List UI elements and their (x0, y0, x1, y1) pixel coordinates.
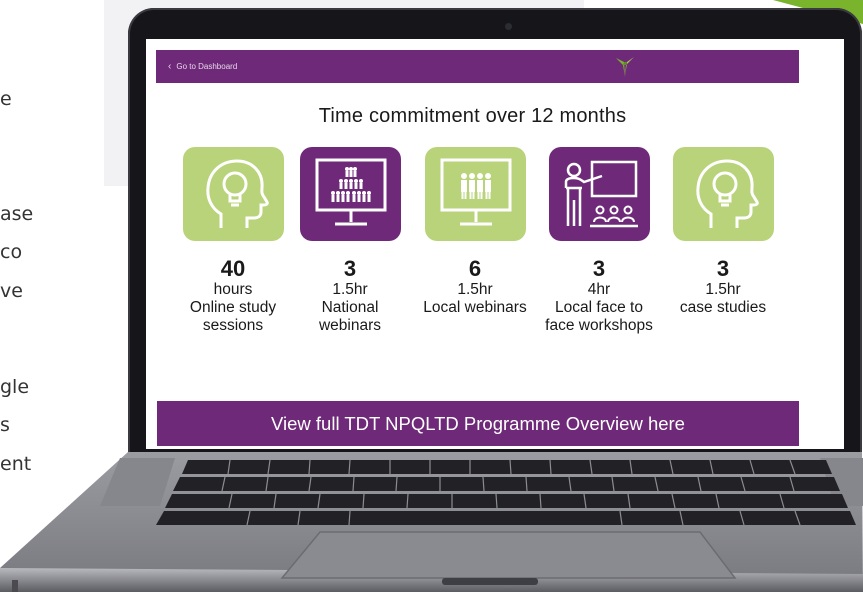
page-title: Time commitment over 12 months (318, 105, 627, 127)
back-to-dashboard-link[interactable]: ‹ Go to Dashboard (168, 60, 238, 72)
laptop-lid: ‹ Go to Dashboard Time commitment over 1… (128, 8, 862, 470)
background-text-fragment: gle (0, 376, 30, 398)
chevron-left-icon: ‹ (168, 60, 172, 72)
keyboard-deck (0, 452, 863, 592)
stat-count: 3 (716, 256, 730, 281)
stat-description: Online study sessions (189, 299, 277, 334)
programme-overview-button[interactable]: View full TDT NPQLTD Programme Overview … (157, 401, 799, 446)
app-header: ‹ Go to Dashboard (156, 50, 799, 83)
commitment-card (549, 147, 650, 241)
laptop-screen: ‹ Go to Dashboard Time commitment over 1… (146, 39, 844, 449)
background-text-fragment: ve (0, 280, 23, 302)
background-text-fragment: s (0, 414, 10, 436)
head-lightbulb-icon (205, 159, 269, 228)
stat-description: Local webinars (423, 299, 527, 316)
teacher-board-icon (564, 160, 638, 228)
commitment-stat: 3 4hr Local face to face workshops (543, 257, 655, 335)
commitment-card (673, 147, 774, 241)
back-link-label: Go to Dashboard (176, 62, 238, 71)
stat-unit: 1.5hr (457, 281, 493, 298)
laptop-base (0, 446, 863, 592)
stat-unit: 1.5hr (332, 281, 368, 298)
stat-count: 3 (592, 256, 606, 281)
head-lightbulb-icon (695, 159, 759, 228)
background-text-fragment: e (0, 88, 12, 110)
tdt-logo (616, 57, 634, 77)
commitment-card (425, 147, 526, 241)
commitment-card (300, 147, 401, 241)
commitment-stat: 3 1.5hr case studies (667, 257, 779, 317)
trackpad[interactable] (280, 531, 737, 579)
stat-unit: 4hr (587, 281, 611, 298)
webcam-icon (505, 23, 512, 30)
stat-description: case studies (679, 299, 767, 316)
commitment-stat: 3 1.5hr National webinars (294, 257, 406, 335)
stat-count: 3 (343, 256, 357, 281)
commitment-card (183, 147, 284, 241)
commitment-stat: 6 1.5hr Local webinars (419, 257, 531, 317)
stat-count: 40 (220, 256, 246, 281)
background-text-fragment: co (0, 241, 23, 263)
commitment-stat: 40 hours Online study sessions (177, 257, 289, 335)
stat-count: 6 (468, 256, 482, 281)
monitor-group-icon (440, 158, 511, 226)
stat-description: Local face to face workshops (545, 299, 653, 334)
background-text-fragment: ase (0, 203, 34, 225)
stat-unit: 1.5hr (705, 281, 741, 298)
monitor-crowd-icon (315, 158, 386, 226)
stat-description: National webinars (318, 299, 382, 334)
stat-unit: hours (213, 281, 253, 298)
